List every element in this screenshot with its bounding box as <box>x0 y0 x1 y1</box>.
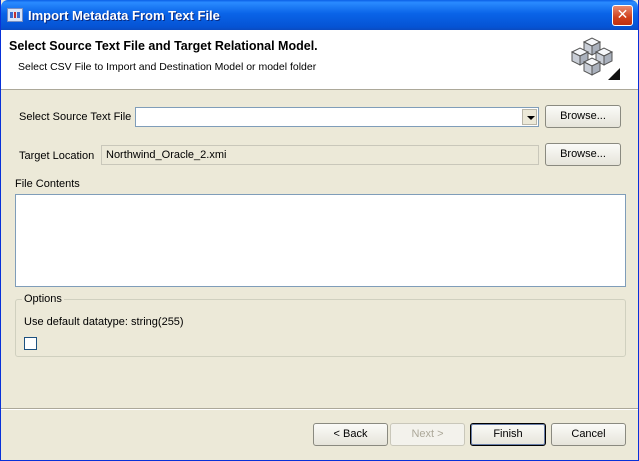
default-datatype-label: Use default datatype: string(255) <box>24 316 184 328</box>
use-default-datatype-checkbox[interactable] <box>24 337 37 350</box>
import-dialog: Import Metadata From Text File ✕ Select … <box>0 0 639 461</box>
window-title: Import Metadata From Text File <box>28 8 220 23</box>
file-contents-area[interactable] <box>15 194 626 287</box>
next-button[interactable]: Next > <box>390 423 465 446</box>
title-bar[interactable]: Import Metadata From Text File ✕ <box>1 0 638 30</box>
source-file-combo[interactable] <box>135 107 539 127</box>
target-location-label: Target Location <box>19 150 95 162</box>
options-legend: Options <box>22 293 64 305</box>
browse-target-button[interactable]: Browse... <box>545 143 621 166</box>
target-location-field: Northwind_Oracle_2.xmi <box>101 145 539 165</box>
source-file-label: Select Source Text File <box>19 111 132 123</box>
finish-button[interactable]: Finish <box>470 423 546 446</box>
target-location-value: Northwind_Oracle_2.xmi <box>106 149 227 161</box>
back-button[interactable]: < Back <box>313 423 388 446</box>
browse-source-button[interactable]: Browse... <box>545 105 621 128</box>
page-title: Select Source Text File and Target Relat… <box>9 39 318 53</box>
wizard-banner: Select Source Text File and Target Relat… <box>1 30 638 90</box>
close-button[interactable]: ✕ <box>612 5 633 26</box>
page-description: Select CSV File to Import and Destinatio… <box>18 61 317 73</box>
chevron-down-icon[interactable] <box>522 109 537 125</box>
footer-separator <box>1 408 638 410</box>
app-icon <box>7 8 23 22</box>
file-contents-label: File Contents <box>15 178 80 190</box>
cancel-button[interactable]: Cancel <box>551 423 626 446</box>
cubes-icon <box>570 37 620 80</box>
options-group: Options <box>15 293 626 357</box>
